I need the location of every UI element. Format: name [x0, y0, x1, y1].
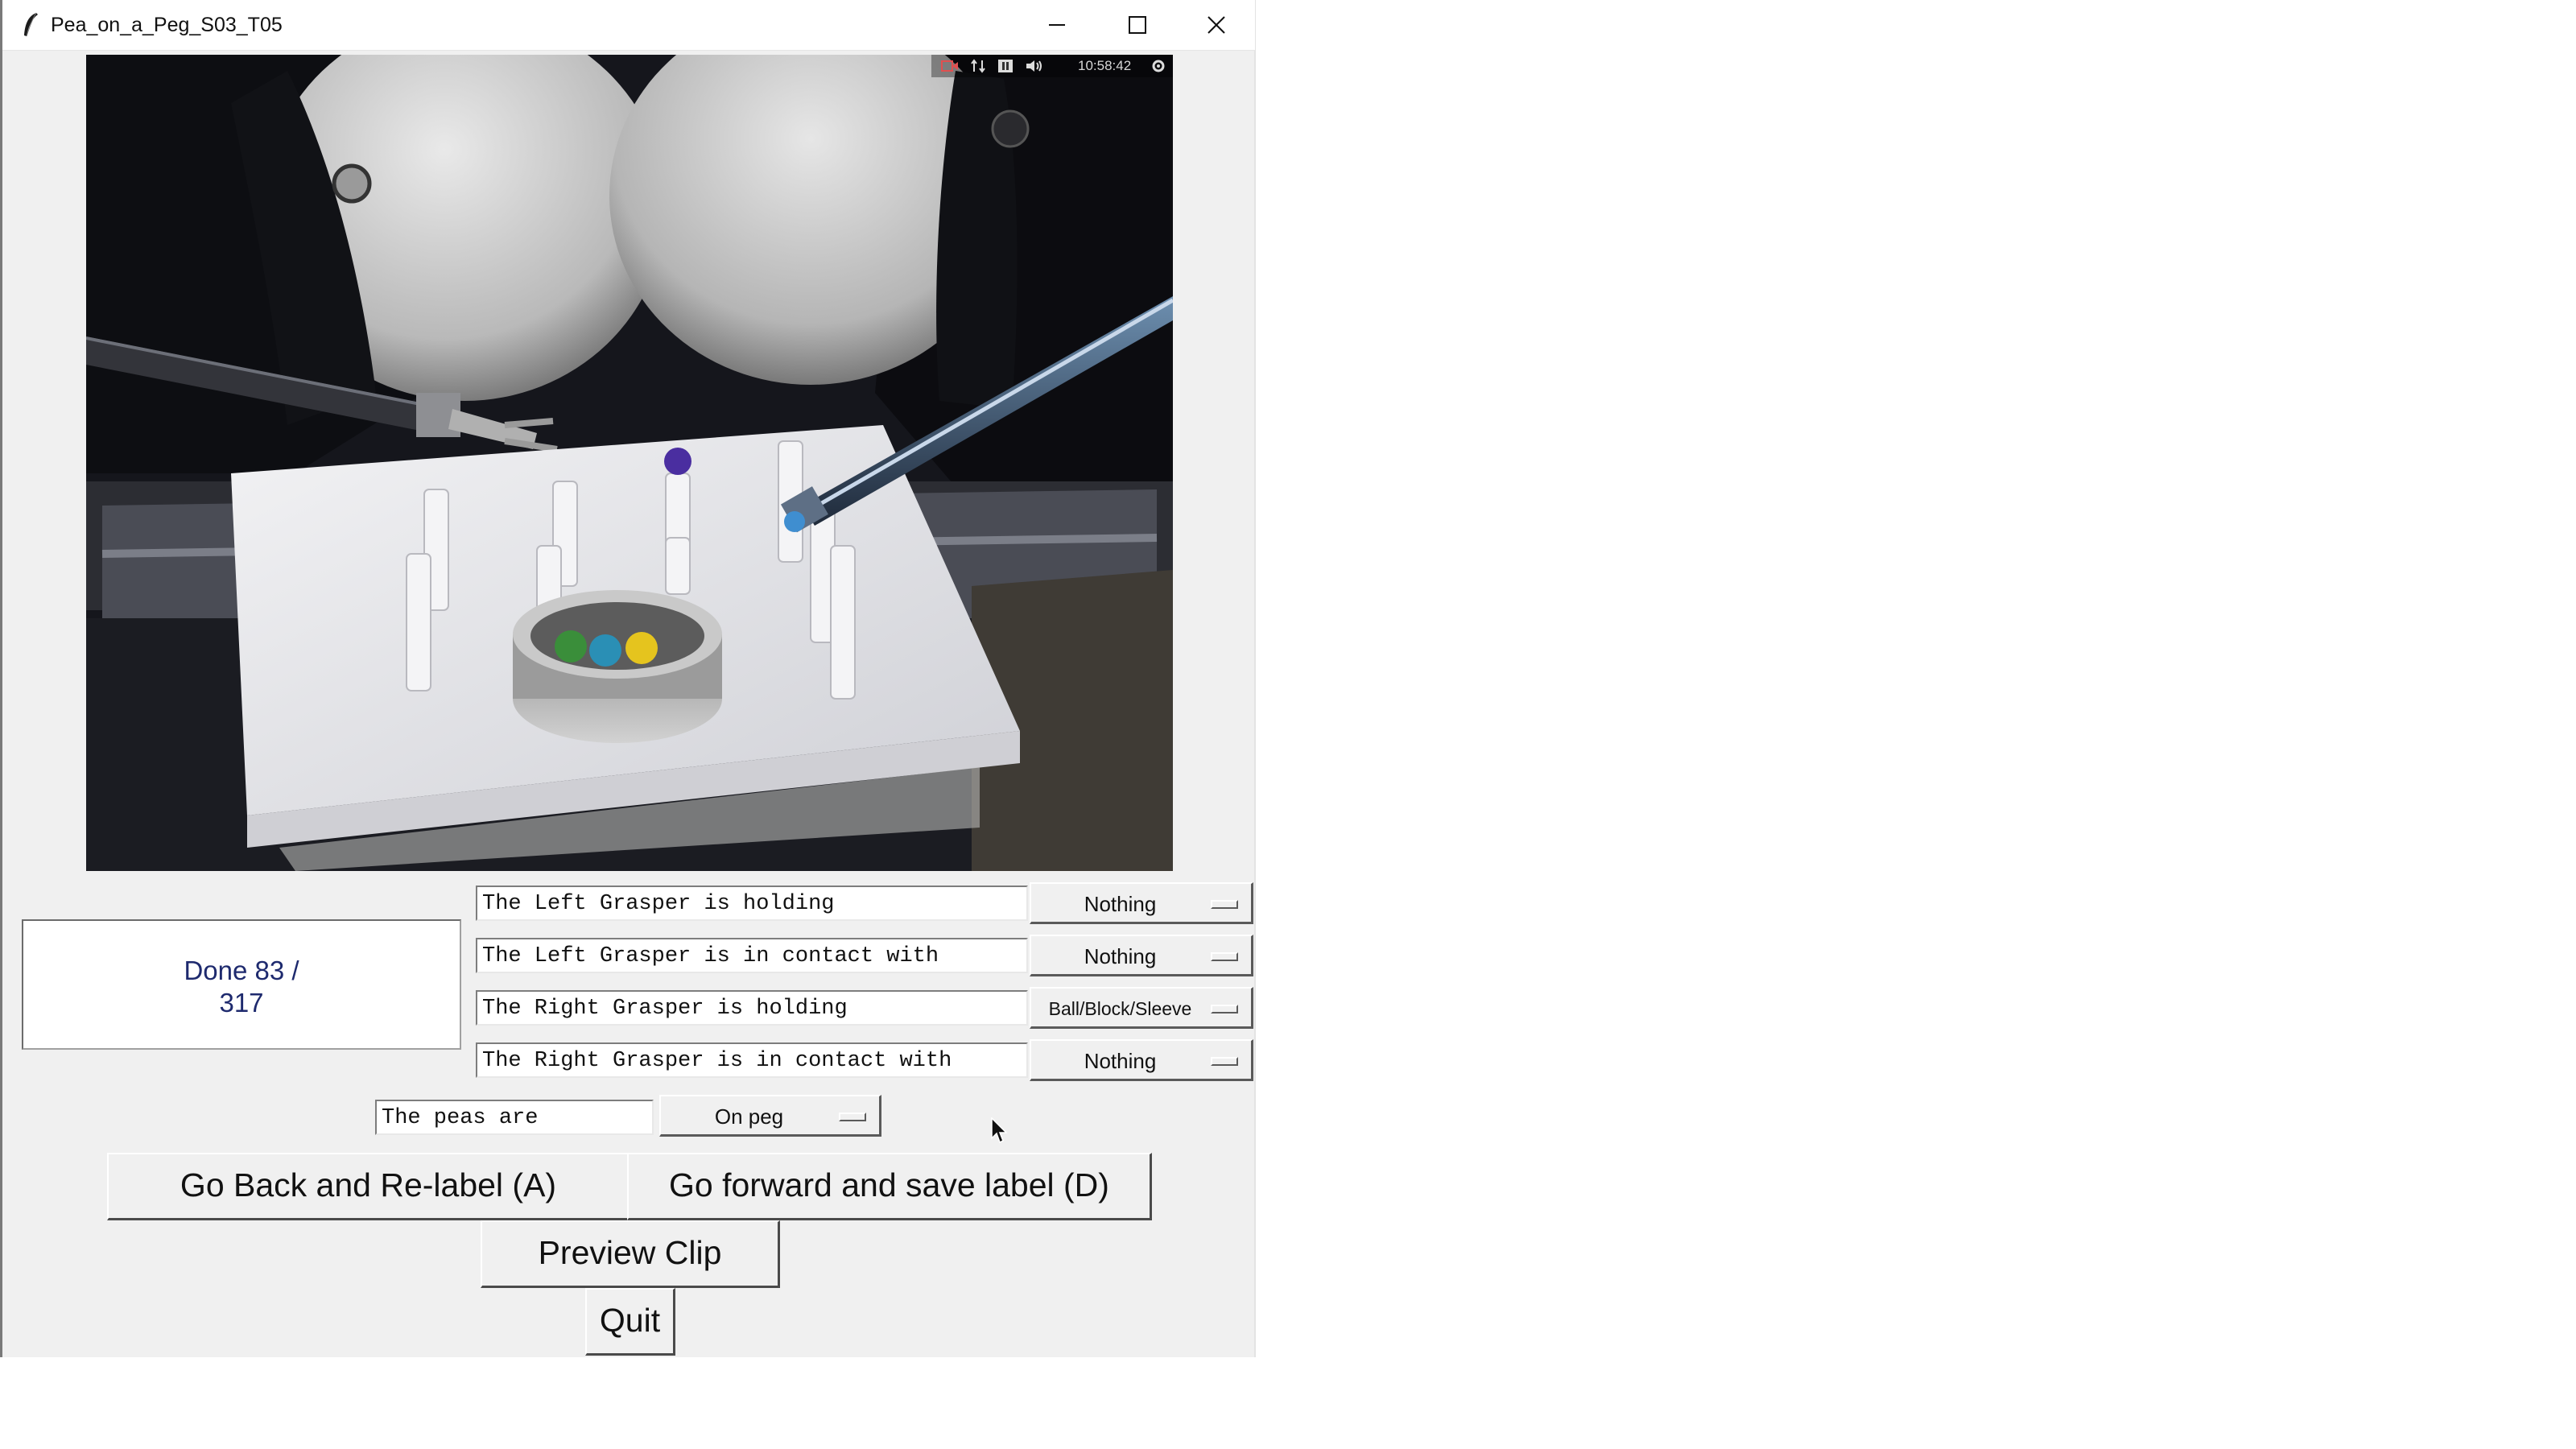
peas-state-field[interactable]: The peas are — [375, 1100, 654, 1135]
minimize-icon — [1049, 24, 1065, 26]
right-grasper-contact-field[interactable]: The Right Grasper is in contact with — [476, 1042, 1028, 1078]
left-grasper-holding-dropdown[interactable]: Nothing — [1030, 882, 1253, 924]
progress-status-box: Done 83 / 317 — [22, 919, 461, 1050]
maximize-button[interactable] — [1099, 0, 1176, 50]
go-forward-save-button[interactable]: Go forward and save label (D) — [627, 1153, 1152, 1220]
video-frame: 10:58:42 — [86, 55, 1173, 871]
dropdown-indicator-icon — [1211, 1057, 1238, 1066]
dropdown-indicator-icon — [839, 1113, 866, 1121]
close-button[interactable] — [1178, 0, 1255, 50]
dropdown-indicator-icon — [1211, 900, 1238, 909]
peas-state-value: On peg — [714, 1104, 784, 1129]
maximize-icon — [1129, 16, 1146, 34]
close-icon — [1208, 16, 1225, 34]
right-grasper-holding-value: Ball/Block/Sleeve — [1048, 998, 1192, 1019]
minimize-button[interactable] — [1018, 0, 1096, 50]
left-grasper-holding-value: Nothing — [1084, 892, 1157, 916]
title-bar: Pea_on_a_Peg_S03_T05 — [2, 0, 1255, 51]
progress-status-line-2: 317 — [219, 988, 264, 1018]
left-grasper-contact-field[interactable]: The Left Grasper is in contact with — [476, 938, 1028, 973]
mouse-cursor-icon — [991, 1117, 1008, 1144]
go-back-relabel-button[interactable]: Go Back and Re-label (A) — [107, 1153, 630, 1220]
left-grasper-contact-value: Nothing — [1084, 944, 1157, 968]
pause-icon — [998, 60, 1013, 72]
network-icon — [971, 59, 985, 73]
left-grasper-contact-dropdown[interactable]: Nothing — [1030, 935, 1253, 976]
dropdown-indicator-icon — [1211, 1005, 1238, 1013]
right-grasper-contact-value: Nothing — [1084, 1049, 1157, 1073]
settings-icon — [1152, 60, 1165, 72]
right-grasper-holding-field[interactable]: The Right Grasper is holding — [476, 990, 1028, 1026]
app-window: Pea_on_a_Peg_S03_T05 10:58:42 Done 83 / … — [0, 0, 1256, 1357]
feather-icon — [24, 12, 38, 37]
volume-icon — [1026, 60, 1042, 72]
window-title: Pea_on_a_Peg_S03_T05 — [51, 14, 283, 36]
preview-clip-button[interactable]: Preview Clip — [481, 1220, 780, 1288]
quit-button[interactable]: Quit — [585, 1288, 675, 1356]
peas-state-dropdown[interactable]: On peg — [659, 1095, 881, 1137]
record-icon — [941, 60, 958, 72]
left-grasper-holding-field[interactable]: The Left Grasper is holding — [476, 886, 1028, 921]
right-grasper-holding-dropdown[interactable]: Ball/Block/Sleeve — [1030, 987, 1253, 1029]
surgical-scene-image — [86, 55, 1173, 871]
video-overlay-bar: 10:58:42 — [931, 55, 1173, 77]
right-grasper-contact-dropdown[interactable]: Nothing — [1030, 1039, 1253, 1081]
dropdown-indicator-icon — [1211, 952, 1238, 961]
progress-status-line-1: Done 83 / — [184, 956, 299, 985]
video-timestamp: 10:58:42 — [1078, 58, 1132, 73]
